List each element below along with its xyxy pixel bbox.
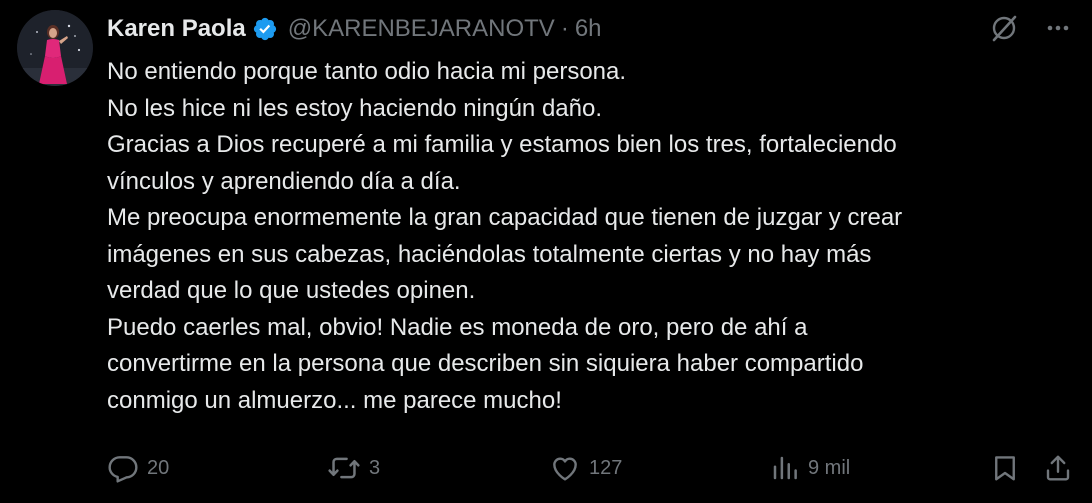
verified-badge-icon[interactable] — [252, 16, 278, 42]
tweet-top-actions — [988, 12, 1074, 44]
tweet-text: No entiendo porque tanto odio hacia mi p… — [107, 54, 1077, 419]
heart-icon — [549, 452, 581, 484]
tweet-header: Karen Paola @KARENBEJARANOTV · 6h — [107, 12, 602, 46]
avatar[interactable] — [17, 10, 93, 86]
views-icon — [770, 452, 800, 484]
share-icon — [1043, 452, 1073, 484]
bookmark-icon — [990, 452, 1020, 484]
separator-dot: · — [560, 15, 569, 42]
reply-count: 20 — [147, 456, 170, 479]
tweet-text-line: Me preocupa enormemente la gran capacida… — [107, 204, 903, 231]
tweet[interactable]: Karen Paola @KARENBEJARANOTV · 6h No ent… — [0, 0, 1092, 503]
repost-button[interactable]: 3 — [327, 449, 380, 487]
repost-icon — [327, 452, 361, 484]
reply-icon — [107, 452, 139, 484]
more-icon[interactable] — [1042, 12, 1074, 44]
reply-button[interactable]: 20 — [107, 449, 169, 487]
tweet-actions-bar: 20 3 127 9 mil — [0, 449, 1092, 487]
tweet-text-line: conmigo un almuerzo... me parece mucho! — [107, 386, 562, 414]
author-handle[interactable]: @KARENBEJARANOTV — [288, 15, 555, 43]
tweet-text-line: verdad que lo que ustedes opinen. — [107, 277, 476, 304]
tweet-text-line: Gracias a Dios recuperé a mi familia y e… — [107, 131, 897, 158]
tweet-timestamp[interactable]: 6h — [575, 15, 602, 43]
views-button[interactable]: 9 mil — [770, 449, 850, 487]
views-count: 9 mil — [808, 456, 851, 479]
grok-icon[interactable] — [988, 12, 1020, 44]
tweet-text-line: imágenes en sus cabezas, haciéndolas tot… — [107, 240, 872, 268]
tweet-text-line: vínculos y aprendiendo día a día. — [107, 167, 461, 195]
author-name[interactable]: Karen Paola — [107, 15, 246, 43]
tweet-text-line: No les hice ni les estoy haciendo ningún… — [107, 94, 602, 122]
tweet-text-line: No entiendo porque tanto odio hacia mi p… — [107, 58, 627, 85]
like-button[interactable]: 127 — [549, 449, 622, 487]
bookmark-button[interactable] — [990, 449, 1020, 487]
repost-count: 3 — [369, 456, 381, 479]
avatar-image — [17, 10, 93, 86]
tweet-text-line: Puedo caerles mal, obvio! Nadie es moned… — [107, 313, 808, 341]
share-button[interactable] — [1043, 449, 1073, 487]
like-count: 127 — [589, 456, 623, 479]
tweet-text-line: convertirme en la persona que describen … — [107, 350, 864, 377]
